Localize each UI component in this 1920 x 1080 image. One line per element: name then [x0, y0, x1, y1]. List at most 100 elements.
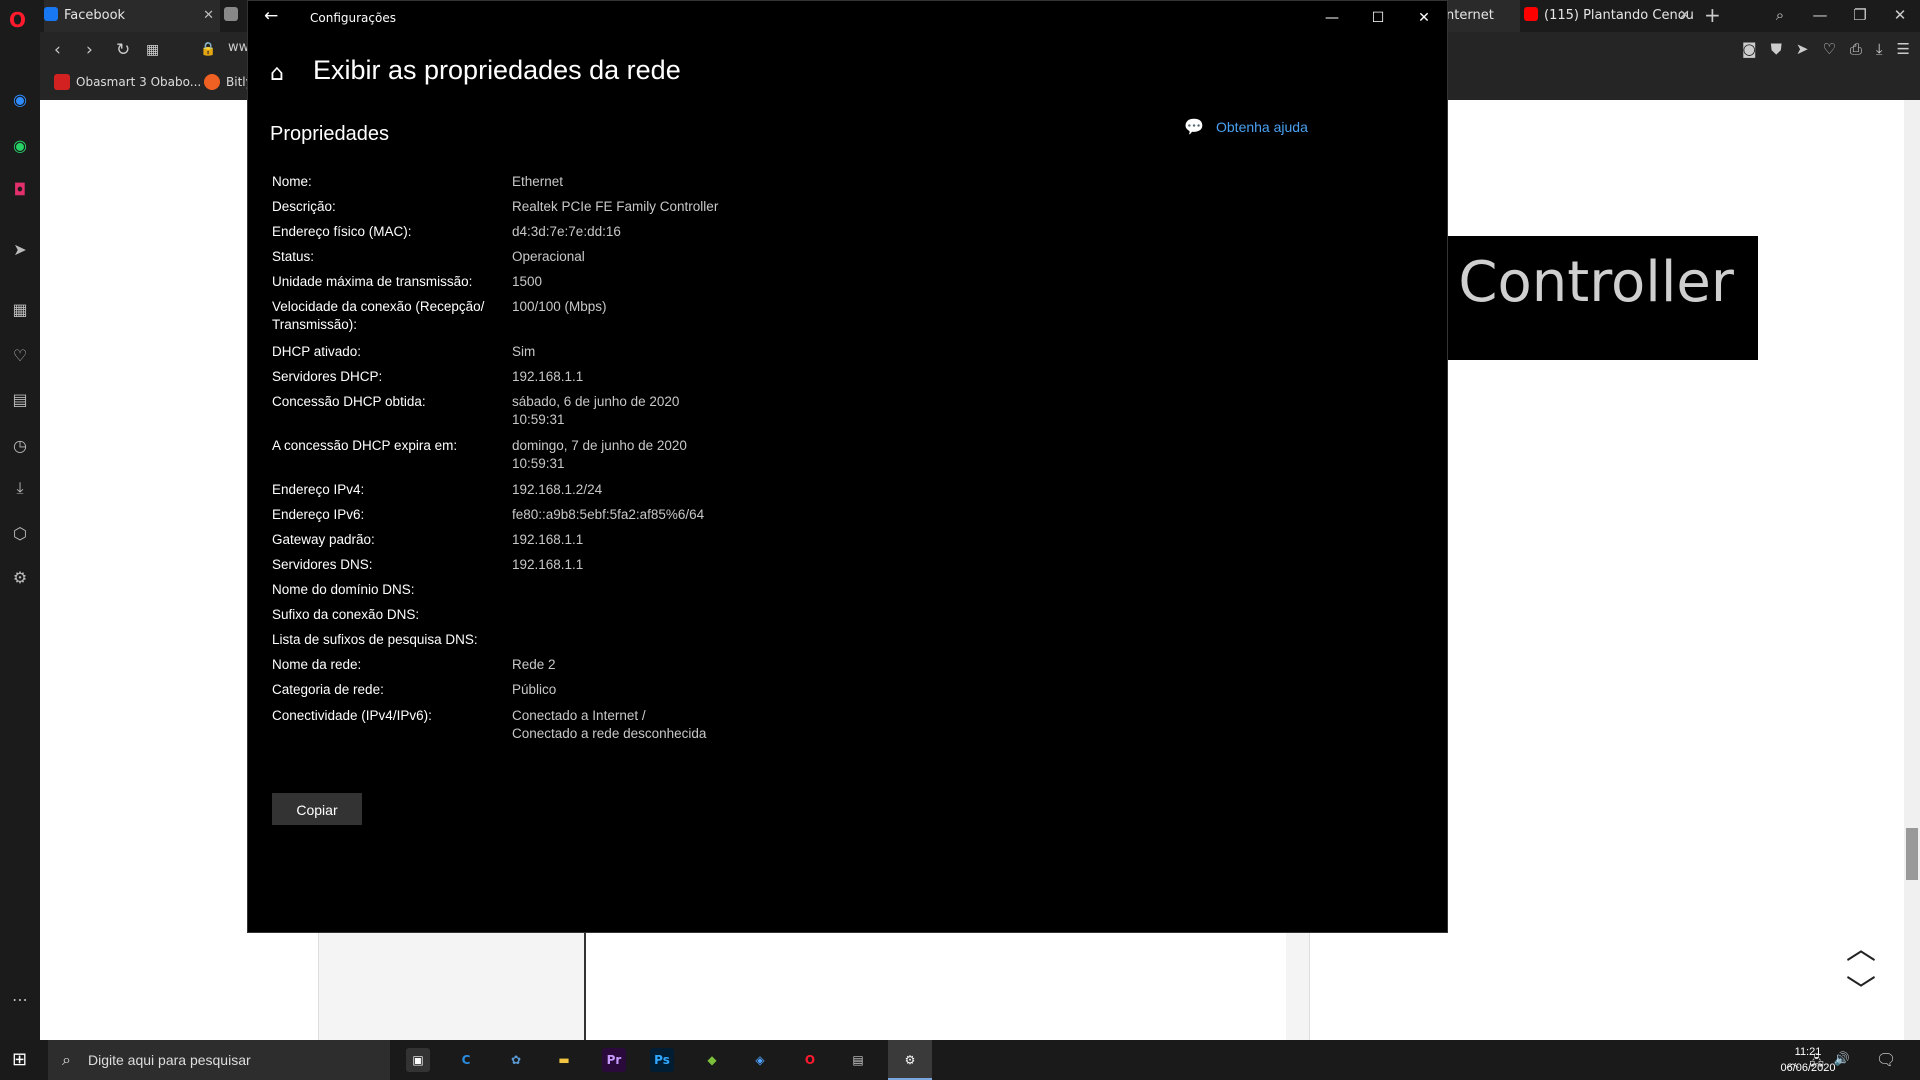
taskbar-clock[interactable]: 11:21 06/06/2020: [1764, 1044, 1852, 1076]
property-value[interactable]: fe80::a9b8:5ebf:5fa2:af85%6/64: [512, 506, 704, 524]
search-placeholder: Digite aqui para pesquisar: [88, 1052, 251, 1068]
whatsapp-icon[interactable]: ◉: [10, 136, 30, 156]
bookmark-bitly[interactable]: Bitly: [204, 74, 253, 90]
bookmark-label: Obasmart 3 Obabo...: [76, 75, 202, 89]
app-icon[interactable]: ✿: [504, 1048, 528, 1072]
more-icon[interactable]: ⋯: [10, 990, 30, 1010]
downloads-icon[interactable]: ⤓: [10, 478, 30, 498]
tab-youtube[interactable]: (115) Plantando Cenou ✕: [1524, 0, 1696, 32]
camera-icon[interactable]: ◙: [1742, 40, 1757, 58]
bookmark-obasmart[interactable]: Obasmart 3 Obabo...: [54, 74, 201, 90]
property-label: Sufixo da conexão DNS:: [272, 606, 502, 624]
print-icon[interactable]: ⎙: [1850, 40, 1862, 58]
home-icon[interactable]: ⌂: [270, 61, 284, 86]
send-icon[interactable]: ➤: [10, 240, 30, 260]
property-label: Lista de sufixos de pesquisa DNS:: [272, 631, 502, 649]
reload-icon[interactable]: ↻: [116, 40, 130, 60]
scroll-down-icon[interactable]: ﹀: [1846, 966, 1876, 1010]
maximize-icon[interactable]: ☐: [1355, 1, 1401, 35]
opera-app-icon[interactable]: O: [798, 1048, 822, 1072]
property-value[interactable]: Conectado a Internet / Conectado a rede d…: [512, 707, 706, 743]
tab-internet[interactable]: nternet: [1446, 0, 1520, 32]
property-label-line: Endereço físico (MAC):: [272, 224, 412, 239]
restore-icon[interactable]: ❐: [1840, 0, 1880, 32]
notifications-icon[interactable]: 🗨: [1876, 1050, 1896, 1069]
help-chat-icon[interactable]: 💬: [1184, 117, 1204, 136]
close-tab-icon[interactable]: ✕: [1679, 0, 1690, 32]
property-value[interactable]: Público: [512, 681, 556, 699]
property-value[interactable]: 192.168.1.2/24: [512, 481, 602, 499]
kodi-app-icon[interactable]: ◈: [748, 1048, 772, 1072]
property-label: A concessão DHCP expira em:: [272, 437, 502, 455]
bluestacks-app-icon[interactable]: ◆: [700, 1048, 724, 1072]
property-label-line: Sufixo da conexão DNS:: [272, 607, 420, 622]
search-tabs-icon[interactable]: ⌕: [1760, 0, 1800, 32]
property-value[interactable]: sábado, 6 de junho de 2020 10:59:31: [512, 393, 679, 429]
photoshop-app-icon[interactable]: Ps: [650, 1048, 674, 1072]
property-value[interactable]: 100/100 (Mbps): [512, 298, 607, 316]
facebook-icon: [44, 7, 58, 21]
heart-icon[interactable]: ♡: [1822, 40, 1835, 58]
property-value[interactable]: Operacional: [512, 248, 585, 266]
ccleaner-app-icon[interactable]: C: [454, 1048, 478, 1072]
property-label-line: Nome da rede:: [272, 657, 362, 672]
tab-pinned[interactable]: [224, 0, 246, 32]
opera-logo-icon[interactable]: O: [9, 10, 29, 30]
scroll-up-icon[interactable]: ︿: [1846, 924, 1876, 968]
minimize-icon[interactable]: —: [1800, 0, 1840, 32]
property-label-line: Endereço IPv6:: [272, 507, 365, 522]
shield-icon[interactable]: ⛊: [1771, 40, 1782, 58]
settings-gear-icon[interactable]: ⚙: [10, 568, 30, 588]
news-icon[interactable]: ▤: [10, 390, 30, 410]
minimize-icon[interactable]: —: [1309, 1, 1355, 35]
back-icon[interactable]: ‹: [54, 40, 61, 60]
speed-dial-icon[interactable]: ▦: [146, 42, 159, 58]
property-label-line: Descrição:: [272, 199, 336, 214]
property-label: Status:: [272, 248, 502, 266]
forward-icon[interactable]: ›: [86, 40, 93, 60]
page-scrollbar[interactable]: [1904, 100, 1920, 1040]
speed-dial-icon[interactable]: ▦: [10, 300, 30, 320]
messenger-icon[interactable]: ◉: [10, 90, 30, 110]
extensions-icon[interactable]: ⬡: [10, 524, 30, 544]
property-value-line: 192.168.1.1: [512, 369, 584, 384]
property-label-line: Lista de sufixos de pesquisa DNS:: [272, 632, 478, 647]
get-help-link[interactable]: Obtenha ajuda: [1216, 119, 1308, 135]
send-icon[interactable]: ➤: [1796, 40, 1809, 58]
heart-icon[interactable]: ♡: [10, 346, 30, 366]
property-value[interactable]: Sim: [512, 343, 535, 361]
close-tab-icon[interactable]: ✕: [203, 0, 214, 32]
history-icon[interactable]: ◷: [10, 436, 30, 456]
property-value[interactable]: domingo, 7 de junho de 2020 10:59:31: [512, 437, 687, 473]
back-arrow-icon[interactable]: ←: [264, 6, 278, 26]
settings-window: ← Configurações — ☐ ✕ ⌂ Exibir as propri…: [247, 0, 1448, 933]
menu-icon[interactable]: ☰: [1897, 40, 1910, 58]
property-value[interactable]: 192.168.1.1: [512, 556, 583, 574]
file-explorer-icon[interactable]: ▬: [552, 1048, 576, 1072]
property-value[interactable]: 1500: [512, 273, 542, 291]
new-tab-button[interactable]: +: [1704, 0, 1721, 30]
windows-start-icon[interactable]: ⊞: [12, 1050, 32, 1070]
tab-facebook[interactable]: Facebook ✕: [44, 0, 220, 32]
property-value[interactable]: 192.168.1.1: [512, 531, 583, 549]
property-value[interactable]: Realtek PCIe FE Family Controller: [512, 198, 718, 216]
property-value[interactable]: Ethernet: [512, 173, 563, 191]
premiere-app-icon[interactable]: Pr: [602, 1048, 626, 1072]
property-value[interactable]: Rede 2: [512, 656, 556, 674]
property-label: Conectividade (IPv4/IPv6):: [272, 707, 502, 725]
app-icon[interactable]: ▤: [846, 1048, 870, 1072]
property-label: Unidade máxima de transmissão:: [272, 273, 502, 291]
scrollbar-thumb[interactable]: [1906, 828, 1918, 880]
property-value-line: 100/100 (Mbps): [512, 299, 607, 314]
property-value[interactable]: 192.168.1.1: [512, 368, 583, 386]
property-value[interactable]: d4:3d:7e:7e:dd:16: [512, 223, 621, 241]
taskbar-search-box[interactable]: ⌕ Digite aqui para pesquisar: [48, 1040, 390, 1080]
store-app-icon[interactable]: ▣: [406, 1048, 430, 1072]
download-icon[interactable]: ⤓: [1876, 40, 1883, 58]
property-label-line: A concessão DHCP expira em:: [272, 438, 458, 453]
instagram-icon[interactable]: ◘: [10, 180, 30, 200]
close-icon[interactable]: ✕: [1880, 0, 1920, 32]
close-icon[interactable]: ✕: [1401, 1, 1447, 35]
bookmark-favicon-icon: [54, 74, 70, 90]
copy-button[interactable]: Copiar: [272, 793, 362, 825]
